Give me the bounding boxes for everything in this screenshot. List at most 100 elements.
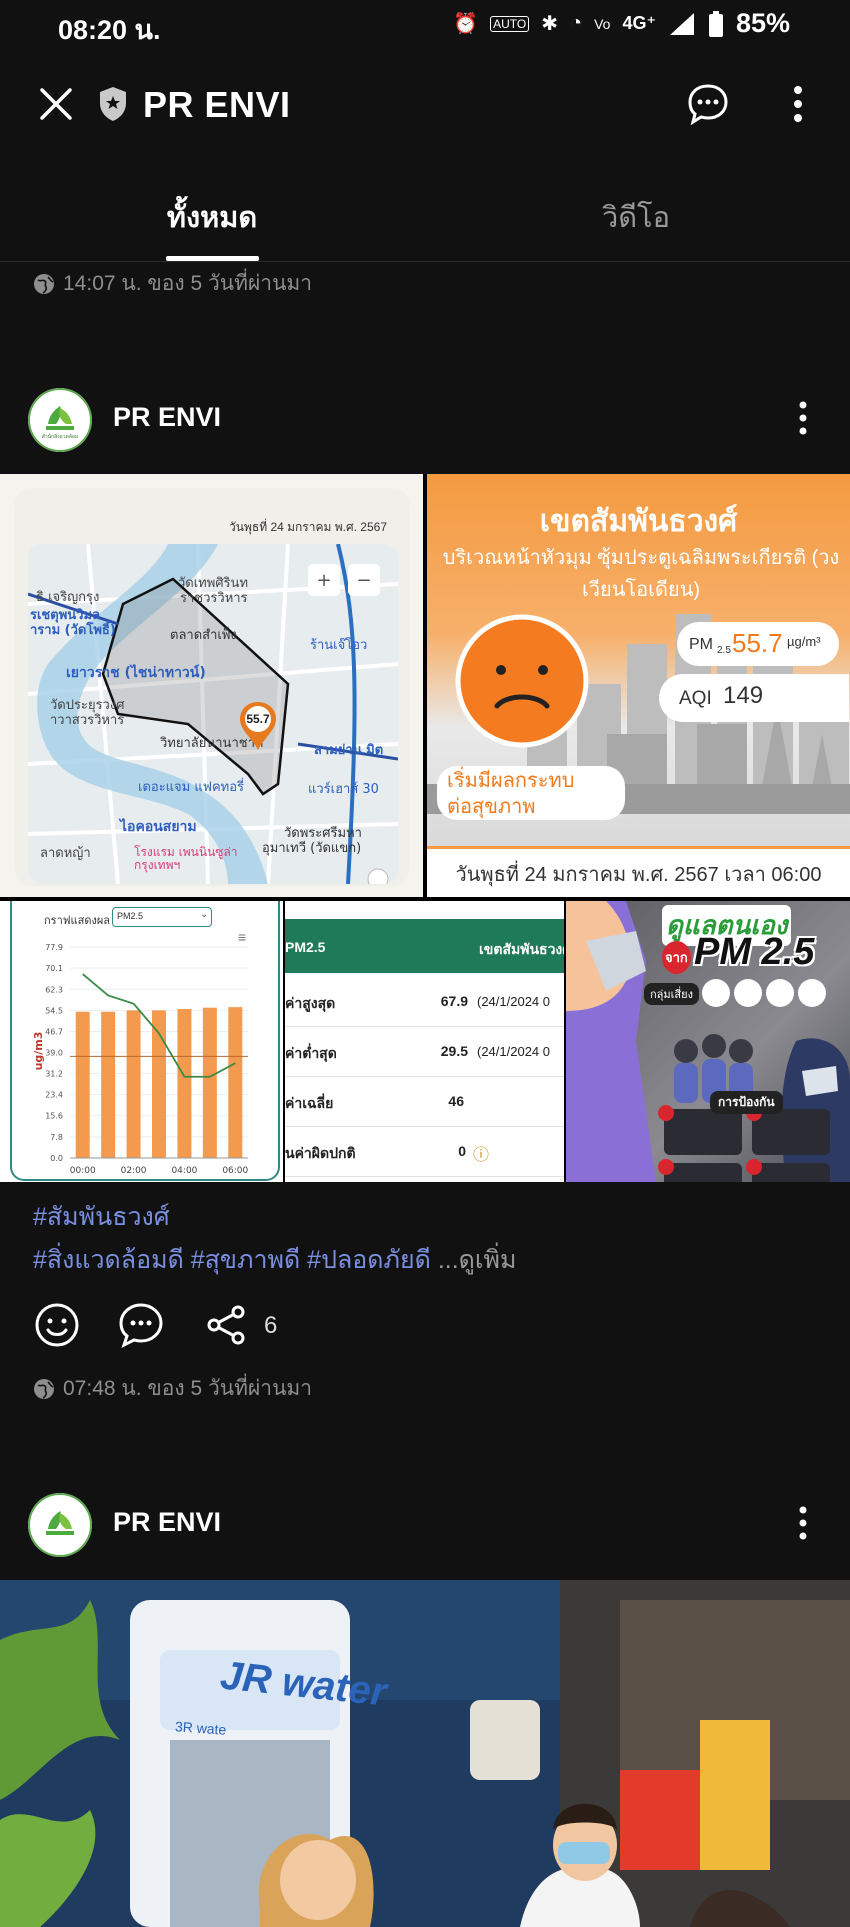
battery-icon — [708, 10, 723, 37]
timestamp-text: 14:07 น. ของ 5 วันที่ผ่านมา — [63, 272, 313, 295]
page-title: PR ENVI — [143, 84, 291, 125]
poster-title-from: จาก — [662, 941, 691, 974]
table-cell-value: 67.9 — [440, 993, 468, 1009]
pm25-unit: µg/m³ — [787, 634, 821, 649]
post-more-icon[interactable] — [798, 398, 808, 438]
chart-x-tick-label: 02:00 — [121, 1166, 147, 1176]
stats-table-tile[interactable]: PM2.5 เขตสัมพันธวงศ์ ค่าสูงสุด 67.9 (24/1/… — [285, 901, 564, 1182]
map-label: โรงแรม เพนนินซูล่า กรุงเทพฯ — [134, 845, 238, 872]
alarm-icon: ⏰ — [453, 13, 479, 35]
map-tile[interactable]: วันพุธที่ 24 มกราคม พ.ศ. 2567 + − วัดเทพ… — [0, 474, 423, 897]
map-label: แวร์เฮาส์ 30 — [308, 782, 379, 797]
svg-text:สำนักสิ่งแวดล้อม: สำนักสิ่งแวดล้อม — [42, 433, 78, 440]
table-cell-label: ค่าเฉลี่ย — [285, 1095, 334, 1111]
map-label: สามย่าน มิต — [314, 743, 384, 758]
shield-icon — [100, 87, 126, 121]
battery-percent: 85% — [735, 8, 790, 38]
status-icons: ⏰ AUTO ✱ ◔ Vo 4G⁺ 85% — [453, 8, 790, 39]
share-icon[interactable] — [204, 1302, 250, 1348]
table-cell-label: ค่าต่ำสุด — [285, 1045, 337, 1061]
table-cell-label: ค่าสูงสุด — [285, 995, 336, 1011]
pm25-label: PM — [689, 636, 713, 653]
chart-bar — [202, 1007, 217, 1158]
tab-video[interactable]: วิดีโอ — [536, 194, 736, 240]
chart-y-tick-label: 54.5 — [45, 1006, 63, 1015]
globe-icon — [34, 273, 54, 294]
aqi-card-tile[interactable]: เขตสัมพันธวงศ์ บริเวณหน้าหัวมุม ซุ้มประต… — [427, 474, 850, 897]
aqi-label: AQI — [679, 688, 712, 709]
volte-icon: Vo — [594, 15, 611, 32]
chart-bar — [126, 1010, 141, 1158]
prev-post-timestamp: 14:07 น. ของ 5 วันที่ผ่านมา — [33, 267, 312, 300]
table-header-right: เขตสัมพันธวงศ์ — [479, 941, 564, 957]
avatar[interactable]: สำนักสิ่งแวดล้อม — [28, 388, 92, 452]
map-marker-value: 55.7 — [246, 712, 270, 726]
info-icon[interactable]: ⓘ — [473, 1141, 489, 1165]
poster-title-pm: PM 2.5 — [694, 931, 815, 973]
table-cell-label: นค่าผิดปกติ — [285, 1145, 356, 1161]
wifi-icon: ◔ — [569, 12, 583, 34]
chart-y-axis-label: ug/m3 — [32, 1032, 45, 1071]
chart-bar — [228, 1007, 243, 1158]
post-photo[interactable]: JR water 3R wate — [0, 1580, 850, 1927]
timestamp-text: 07:48 น. ของ 5 วันที่ผ่านมา — [63, 1377, 313, 1400]
chat-icon[interactable] — [686, 82, 730, 126]
map-label: เยาวราช (ไชน่าทาวน์) — [66, 665, 206, 681]
pm25-sub: 2.5 — [717, 645, 731, 656]
comment-icon[interactable] — [118, 1302, 164, 1348]
table-cell-note: (24/1/2024 0 — [477, 1044, 551, 1059]
post-author[interactable]: PR ENVI — [113, 402, 221, 433]
pm25-chart: 77.9 70.1 62.3 54.5 46.7 39.0 31.2 23.4 15.6 7.8 0… — [32, 943, 249, 1176]
map-label: อุมาเทวี (วัดแขก) — [262, 841, 362, 856]
map-label: ลาดหญ้า — [40, 846, 91, 861]
aqi-location: บริเวณหน้าหัวมุม ซุ้มประตูเฉลิมพระเกียรต… — [442, 547, 840, 601]
chart-bar — [101, 1011, 116, 1158]
post-header: PR ENVI — [0, 1485, 850, 1565]
water-station-photo — [0, 1580, 850, 1927]
more-vert-icon[interactable] — [792, 82, 804, 126]
hashtag-line-2-text[interactable]: #สิ่งแวดล้อมดี #สุขภาพดี #ปลอดภัยดี — [33, 1246, 431, 1274]
map-label: เดอะแจม แฟคทอรี่ — [138, 780, 245, 795]
signal-icon — [669, 12, 694, 35]
aqi-district: เขตสัมพันธวงศ์ — [539, 505, 738, 538]
map-label: าวาสวรวิหาร — [50, 713, 125, 728]
auto-hz-icon: AUTO — [490, 15, 530, 32]
post-author[interactable]: PR ENVI — [113, 1507, 221, 1538]
chart-y-tick-label: 0.0 — [50, 1154, 63, 1163]
post-actions: 6 — [34, 1302, 434, 1352]
tab-indicator — [166, 256, 259, 261]
map-label: ราชวรวิหาร — [180, 591, 248, 606]
chart-tile[interactable]: กราฟแสดงผล PM2.5 ⌄ ≡ 77.9 70.1 62.3 54.5 46.… — [0, 901, 283, 1182]
chart-y-tick-label: 39.0 — [45, 1048, 63, 1057]
post-more-icon[interactable] — [798, 1503, 808, 1543]
hashtag-line-1[interactable]: #สัมพันธวงศ์ — [33, 1196, 516, 1239]
chart-bar — [75, 1011, 90, 1158]
post-header: สำนักสิ่งแวดล้อม PR ENVI — [0, 380, 850, 460]
chart-y-tick-label: 62.3 — [45, 985, 63, 994]
table-row: นค่าผิดปกติ 0 ⓘ — [285, 1129, 564, 1177]
map-label: าราม (วัดโพธิ์) — [30, 623, 116, 638]
map-marker-icon — [240, 702, 276, 750]
tab-all[interactable]: ทั้งหมด — [112, 194, 312, 240]
chart-y-tick-label: 7.8 — [50, 1133, 63, 1142]
see-more-link[interactable]: ...ดูเพิ่ม — [438, 1246, 517, 1274]
status-bar: 08:20 น. ⏰ AUTO ✱ ◔ Vo 4G⁺ 85% — [0, 0, 850, 48]
chart-bar — [177, 1009, 192, 1158]
poster-risk-group: กลุ่มเสี่ยง — [644, 983, 699, 1005]
avatar[interactable] — [28, 1493, 92, 1557]
poster-tile[interactable]: ดูแลตนเอง จาก PM 2.5 กลุ่มเสี่ยง การป้อง… — [566, 901, 850, 1182]
chart-y-tick-label: 70.1 — [45, 964, 63, 973]
chart-x-tick-label: 00:00 — [70, 1166, 96, 1176]
map-label: ร้านเจ๊โอว — [310, 638, 368, 653]
table-header-left: PM2.5 — [285, 939, 326, 955]
tab-bar: ทั้งหมด วิดีโอ — [0, 180, 850, 262]
table-cell-value: 29.5 — [440, 1043, 468, 1059]
close-icon[interactable] — [36, 84, 76, 124]
chart-x-tick-label: 04:00 — [171, 1166, 197, 1176]
reaction-icon[interactable] — [34, 1302, 80, 1348]
table-row: ค่าเฉลี่ย 46 — [285, 1079, 564, 1127]
map-label: ตลาดสำเพ็ง — [170, 628, 237, 643]
bluetooth-icon: ✱ — [541, 13, 558, 35]
network-label: 4G⁺ — [622, 13, 656, 33]
chart-y-tick-label: 46.7 — [45, 1028, 63, 1037]
